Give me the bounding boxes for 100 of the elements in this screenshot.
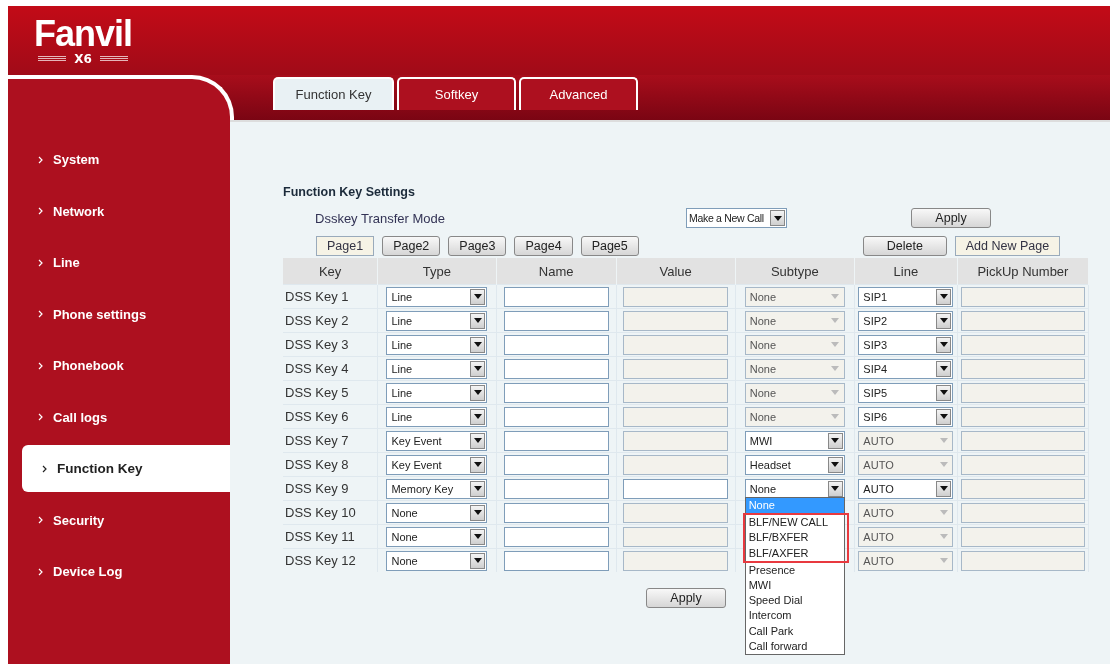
key-cell: DSS Key 8 bbox=[283, 452, 378, 477]
caret-icon bbox=[827, 480, 843, 497]
section-title: Function Key Settings bbox=[283, 185, 416, 201]
name-field[interactable] bbox=[503, 382, 609, 403]
dropdown[interactable]: Make a New Call bbox=[686, 208, 787, 228]
caret-icon bbox=[470, 480, 486, 497]
dropdown[interactable]: SIP3 bbox=[858, 334, 954, 355]
caret-icon bbox=[827, 432, 843, 449]
sidebar-item[interactable]: Phonebook bbox=[8, 340, 230, 392]
dropdown[interactable]: SIP5 bbox=[858, 382, 954, 403]
dropdown[interactable]: Key Event bbox=[386, 430, 488, 451]
name-field[interactable] bbox=[503, 310, 609, 331]
model-label: X6 bbox=[74, 52, 92, 66]
dropdown-option[interactable]: Call forward bbox=[745, 638, 844, 654]
dropdown[interactable]: None bbox=[744, 478, 845, 499]
dropdown[interactable]: None bbox=[386, 502, 488, 523]
page-button[interactable]: Page4 bbox=[514, 236, 573, 256]
tab[interactable]: Advanced bbox=[519, 77, 638, 110]
page-action-button[interactable]: Delete bbox=[862, 236, 947, 256]
column-header: Value bbox=[616, 258, 736, 285]
caret-icon bbox=[470, 336, 486, 353]
column-header: Line bbox=[854, 258, 958, 285]
dropdown-option[interactable]: BLF/NEW CALL bbox=[742, 513, 849, 531]
column-header: Key bbox=[283, 258, 378, 285]
dropdown[interactable]: Line bbox=[386, 334, 488, 355]
caret-icon bbox=[470, 528, 486, 545]
column-header: Type bbox=[377, 258, 497, 285]
name-field[interactable] bbox=[503, 502, 609, 523]
dropdown-option[interactable]: Intercom bbox=[745, 608, 844, 624]
caret-icon bbox=[470, 384, 486, 401]
sidebar-item[interactable]: Call logs bbox=[8, 391, 230, 443]
page-button[interactable]: Page2 bbox=[382, 236, 441, 256]
key-cell: DSS Key 3 bbox=[283, 332, 378, 357]
sidebar-item[interactable]: Network bbox=[8, 185, 230, 237]
caret-icon bbox=[470, 288, 486, 305]
page-button[interactable]: Page5 bbox=[580, 236, 639, 256]
dropdown-option[interactable]: Call Park bbox=[745, 623, 844, 639]
dropdown[interactable]: SIP4 bbox=[858, 358, 954, 379]
caret-icon bbox=[470, 432, 486, 449]
page-button[interactable]: Page3 bbox=[448, 236, 507, 256]
sidebar-item[interactable]: Function Key bbox=[22, 445, 230, 492]
sidebar-item[interactable]: Phone settings bbox=[8, 288, 230, 340]
tab[interactable]: Function Key bbox=[273, 77, 394, 110]
dropdown-option[interactable]: BLF/BXFER bbox=[742, 530, 849, 546]
value-field[interactable] bbox=[623, 478, 729, 499]
dropdown-option[interactable]: MWI bbox=[745, 577, 844, 594]
caret-icon bbox=[470, 360, 486, 377]
dropdown[interactable]: Line bbox=[386, 406, 488, 427]
name-field[interactable] bbox=[503, 454, 609, 475]
column-header: PickUp Number bbox=[957, 258, 1089, 285]
name-field[interactable] bbox=[503, 478, 609, 499]
dropdown[interactable]: SIP1 bbox=[858, 286, 954, 307]
tab[interactable]: Softkey bbox=[397, 77, 516, 110]
key-cell: DSS Key 9 bbox=[283, 476, 378, 501]
page-button[interactable]: Page1 bbox=[316, 236, 375, 256]
apply-button[interactable]: Apply bbox=[646, 588, 726, 608]
name-field[interactable] bbox=[503, 550, 609, 571]
dropdown[interactable]: Line bbox=[386, 358, 488, 379]
name-field[interactable] bbox=[503, 286, 609, 307]
caret-icon bbox=[770, 210, 785, 226]
dropdown[interactable]: Line bbox=[386, 310, 488, 331]
dropdown[interactable]: AUTO bbox=[858, 478, 954, 499]
apply-button[interactable]: Apply bbox=[911, 208, 991, 228]
chevron-icon bbox=[38, 258, 44, 267]
dropdown[interactable]: SIP6 bbox=[858, 406, 954, 427]
column-header: Subtype bbox=[735, 258, 855, 285]
caret-icon bbox=[936, 408, 952, 425]
name-field[interactable] bbox=[503, 358, 609, 379]
dropdown[interactable]: Key Event bbox=[386, 454, 488, 475]
sidebar-item[interactable]: Security bbox=[8, 494, 230, 546]
key-cell: DSS Key 10 bbox=[283, 500, 378, 525]
dropdown[interactable]: Line bbox=[386, 286, 488, 307]
caret-icon bbox=[470, 504, 486, 521]
name-field[interactable] bbox=[503, 526, 609, 547]
dropdown[interactable]: SIP2 bbox=[858, 310, 954, 331]
sidebar-item[interactable]: Device Log bbox=[8, 546, 230, 598]
dropdown[interactable]: Line bbox=[386, 382, 488, 403]
sidebar-item[interactable]: Line bbox=[8, 237, 230, 289]
page-action-button[interactable]: Add New Page bbox=[954, 236, 1061, 256]
dropdown-option[interactable]: BLF/AXFER bbox=[742, 545, 849, 563]
column-header: Name bbox=[496, 258, 617, 285]
caret-icon bbox=[936, 312, 952, 329]
sidebar-item[interactable]: System bbox=[8, 134, 230, 186]
dropdown-option[interactable]: Presence bbox=[745, 562, 844, 578]
caret-icon bbox=[936, 384, 952, 401]
dropdown[interactable]: Memory Key bbox=[386, 478, 488, 499]
name-field[interactable] bbox=[503, 406, 609, 427]
dropdown[interactable]: Headset bbox=[744, 454, 845, 475]
key-cell: DSS Key 12 bbox=[283, 548, 378, 572]
chevron-icon bbox=[38, 413, 44, 422]
caret-icon bbox=[470, 456, 486, 473]
chevron-icon bbox=[42, 464, 48, 473]
caret-icon bbox=[470, 312, 486, 329]
dropdown[interactable]: None bbox=[386, 550, 488, 571]
name-field[interactable] bbox=[503, 334, 609, 355]
dropdown[interactable]: None bbox=[386, 526, 488, 547]
dropdown-option[interactable]: Speed Dial bbox=[745, 593, 844, 609]
key-cell: DSS Key 4 bbox=[283, 356, 378, 381]
dropdown[interactable]: MWI bbox=[744, 430, 845, 451]
name-field[interactable] bbox=[503, 430, 609, 451]
